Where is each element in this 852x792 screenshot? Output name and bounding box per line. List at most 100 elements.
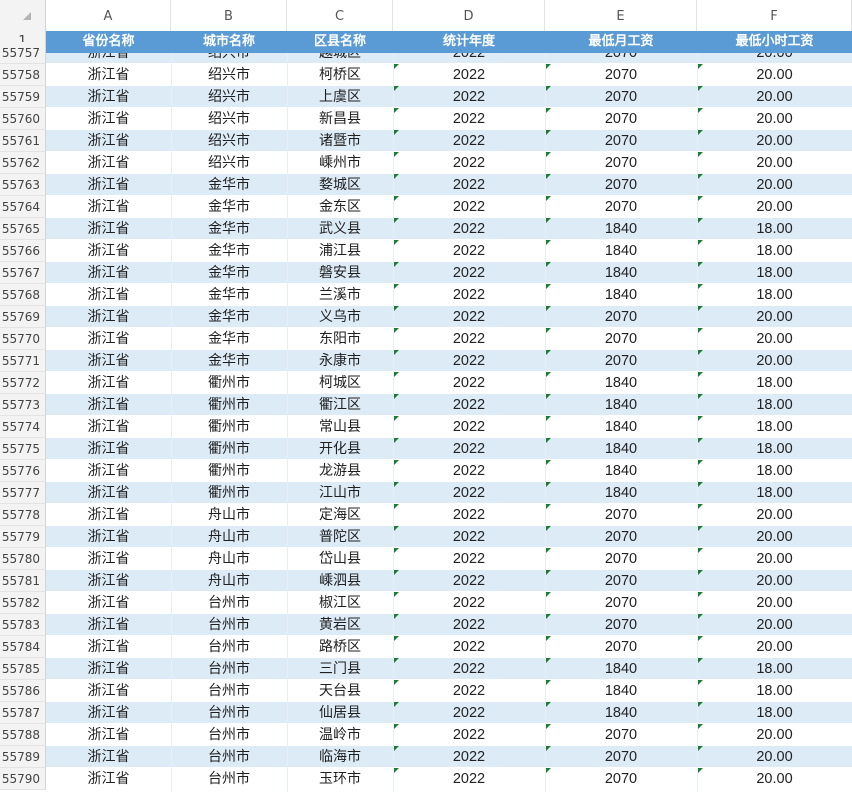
cell-min-hourly-wage[interactable]: 20.00	[697, 130, 852, 152]
cell-year[interactable]: 2022	[393, 306, 545, 328]
row-header[interactable]: 55787	[0, 702, 46, 724]
cell-min-hourly-wage[interactable]: 20.00	[697, 196, 852, 218]
cell-min-monthly-wage[interactable]: 2070	[545, 504, 697, 526]
cell-province[interactable]: 浙江省	[46, 372, 171, 394]
cell-province[interactable]: 浙江省	[46, 174, 171, 196]
cell-min-monthly-wage[interactable]: 2070	[545, 746, 697, 768]
cell-min-monthly-wage[interactable]: 1840	[545, 218, 697, 240]
row-header[interactable]: 55776	[0, 460, 46, 482]
cell-year[interactable]: 2022	[393, 746, 545, 768]
row-header[interactable]: 55788	[0, 724, 46, 746]
cell-city[interactable]: 绍兴市	[171, 108, 287, 130]
row-header[interactable]: 55778	[0, 504, 46, 526]
row-header[interactable]: 55780	[0, 548, 46, 570]
cell-year[interactable]: 2022	[393, 284, 545, 306]
cell-city[interactable]: 金华市	[171, 328, 287, 350]
cell-district[interactable]: 浦江县	[287, 240, 393, 262]
cell-year[interactable]: 2022	[393, 614, 545, 636]
cell-min-monthly-wage[interactable]: 2070	[545, 614, 697, 636]
cell-city[interactable]: 金华市	[171, 350, 287, 372]
row-header[interactable]: 55789	[0, 746, 46, 768]
cell-city[interactable]: 衢州市	[171, 482, 287, 504]
cell-province[interactable]: 浙江省	[46, 482, 171, 504]
cell-min-monthly-wage[interactable]: 2070	[545, 526, 697, 548]
cell-min-monthly-wage[interactable]: 2070	[545, 130, 697, 152]
cell-district[interactable]: 常山县	[287, 416, 393, 438]
cell-min-monthly-wage[interactable]: 1840	[545, 702, 697, 724]
cell-min-hourly-wage[interactable]: 20.00	[697, 350, 852, 372]
cell-min-monthly-wage[interactable]: 1840	[545, 658, 697, 680]
cell-province[interactable]: 浙江省	[46, 504, 171, 526]
row-header[interactable]: 55760	[0, 108, 46, 130]
header-cell-district[interactable]: 区县名称	[287, 31, 393, 53]
cell-district[interactable]: 磐安县	[287, 262, 393, 284]
cell-min-monthly-wage[interactable]: 1840	[545, 482, 697, 504]
cell-city[interactable]: 台州市	[171, 768, 287, 790]
cell-min-hourly-wage[interactable]: 20.00	[697, 64, 852, 86]
row-header[interactable]: 55772	[0, 372, 46, 394]
cell-district[interactable]: 仙居县	[287, 702, 393, 724]
cell-min-monthly-wage[interactable]: 1840	[545, 240, 697, 262]
cell-year[interactable]: 2022	[393, 372, 545, 394]
cell-min-monthly-wage[interactable]: 2070	[545, 196, 697, 218]
cell-year[interactable]: 2022	[393, 658, 545, 680]
cell-province[interactable]: 浙江省	[46, 548, 171, 570]
cell-city[interactable]: 舟山市	[171, 504, 287, 526]
cell-min-monthly-wage[interactable]: 2070	[545, 548, 697, 570]
row-header[interactable]: 55763	[0, 174, 46, 196]
row-header[interactable]: 55771	[0, 350, 46, 372]
column-header-a[interactable]: A	[46, 0, 171, 31]
cell-min-monthly-wage[interactable]: 1840	[545, 372, 697, 394]
cell-year[interactable]: 2022	[393, 570, 545, 592]
row-header[interactable]: 55764	[0, 196, 46, 218]
cell-province[interactable]: 浙江省	[46, 218, 171, 240]
cell-city[interactable]: 舟山市	[171, 570, 287, 592]
cell-min-hourly-wage[interactable]: 20.00	[697, 108, 852, 130]
cell-min-hourly-wage[interactable]: 18.00	[697, 438, 852, 460]
cell-city[interactable]: 金华市	[171, 240, 287, 262]
cell-district[interactable]: 嵊州市	[287, 152, 393, 174]
cell-district[interactable]: 新昌县	[287, 108, 393, 130]
cell-province[interactable]: 浙江省	[46, 240, 171, 262]
cell-min-hourly-wage[interactable]: 20.00	[697, 614, 852, 636]
cell-year[interactable]: 2022	[393, 328, 545, 350]
cell-district[interactable]: 临海市	[287, 746, 393, 768]
row-header[interactable]: 55766	[0, 240, 46, 262]
cell-province[interactable]: 浙江省	[46, 416, 171, 438]
cell-district[interactable]: 诸暨市	[287, 130, 393, 152]
header-cell-city[interactable]: 城市名称	[171, 31, 287, 53]
row-header[interactable]: 55762	[0, 152, 46, 174]
cell-city[interactable]: 金华市	[171, 196, 287, 218]
cell-min-monthly-wage[interactable]: 1840	[545, 416, 697, 438]
cell-min-monthly-wage[interactable]: 2070	[545, 768, 697, 790]
cell-province[interactable]: 浙江省	[46, 636, 171, 658]
cell-province[interactable]: 浙江省	[46, 350, 171, 372]
cell-min-hourly-wage[interactable]: 18.00	[697, 460, 852, 482]
row-header[interactable]: 55757	[0, 42, 46, 64]
cell-year[interactable]: 2022	[393, 724, 545, 746]
cell-city[interactable]: 绍兴市	[171, 86, 287, 108]
cell-province[interactable]: 浙江省	[46, 130, 171, 152]
cell-province[interactable]: 浙江省	[46, 724, 171, 746]
cell-district[interactable]: 岱山县	[287, 548, 393, 570]
cell-district[interactable]: 武义县	[287, 218, 393, 240]
header-cell-min-hourly-wage[interactable]: 最低小时工资	[697, 31, 852, 53]
column-header-c[interactable]: C	[287, 0, 393, 31]
cell-province[interactable]: 浙江省	[46, 284, 171, 306]
cell-min-monthly-wage[interactable]: 2070	[545, 636, 697, 658]
row-header[interactable]: 55765	[0, 218, 46, 240]
cell-min-hourly-wage[interactable]: 20.00	[697, 86, 852, 108]
row-header[interactable]: 55777	[0, 482, 46, 504]
cell-min-monthly-wage[interactable]: 2070	[545, 174, 697, 196]
cell-city[interactable]: 金华市	[171, 284, 287, 306]
cell-min-monthly-wage[interactable]: 2070	[545, 306, 697, 328]
cell-province[interactable]: 浙江省	[46, 768, 171, 790]
cell-district[interactable]: 江山市	[287, 482, 393, 504]
cell-min-monthly-wage[interactable]: 2070	[545, 86, 697, 108]
row-header[interactable]: 55786	[0, 680, 46, 702]
cell-min-hourly-wage[interactable]: 20.00	[697, 570, 852, 592]
cell-city[interactable]: 衢州市	[171, 416, 287, 438]
cell-province[interactable]: 浙江省	[46, 702, 171, 724]
cell-year[interactable]: 2022	[393, 108, 545, 130]
cell-year[interactable]: 2022	[393, 64, 545, 86]
